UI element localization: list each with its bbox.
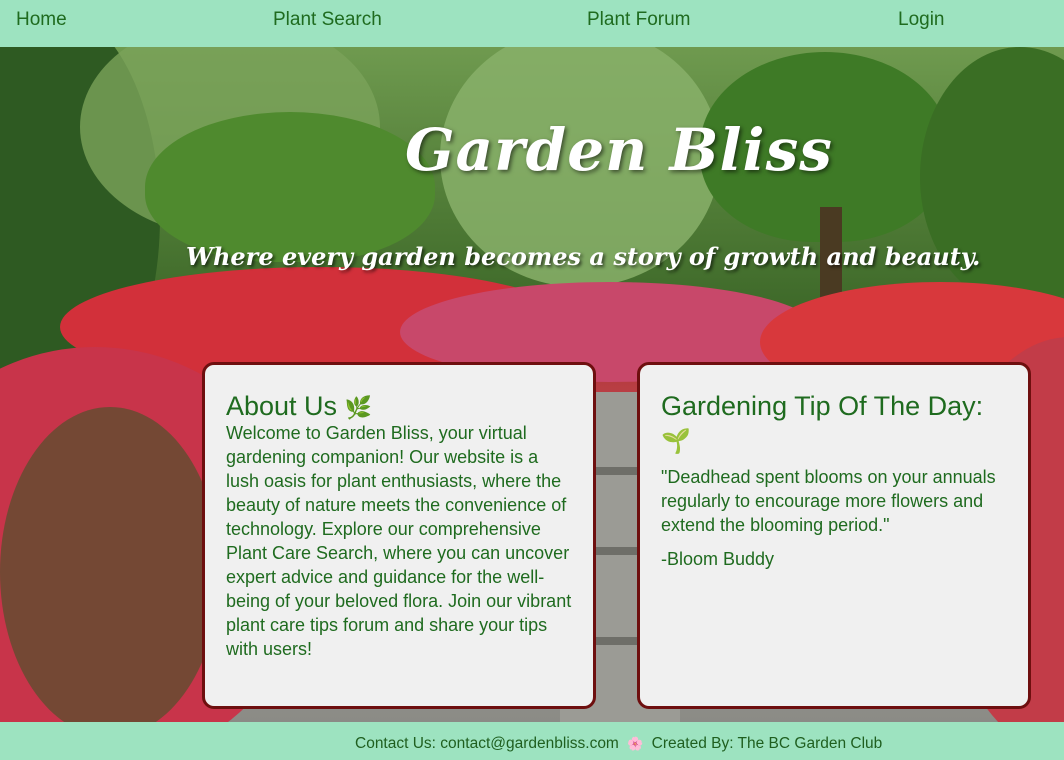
footer: Contact Us: contact@gardenbliss.com 🌸 Cr…	[0, 722, 1064, 760]
nav-plant-search-link[interactable]: Plant Search	[273, 9, 382, 31]
tip-heading-text: Gardening Tip Of The Day:	[661, 391, 984, 421]
tip-author: -Bloom Buddy	[661, 549, 775, 569]
tip-quote: "Deadhead spent blooms on your annuals r…	[661, 467, 996, 535]
flower-icon: 🌸	[627, 736, 644, 751]
tip-heading: Gardening Tip Of The Day: 🌱	[661, 389, 1008, 459]
front-left-foliage	[0, 407, 220, 722]
topiary-left	[145, 112, 435, 262]
about-us-heading-text: About Us	[226, 391, 338, 421]
about-us-heading: About Us 🌿	[226, 391, 573, 423]
nav-home-link[interactable]: Home	[16, 9, 67, 31]
nav-plant-forum-link[interactable]: Plant Forum	[587, 9, 690, 31]
nav-login-link[interactable]: Login	[898, 9, 945, 31]
herb-icon: 🌿	[344, 395, 372, 420]
seedling-icon: 🌱	[661, 428, 691, 455]
about-us-card: About Us 🌿 Welcome to Garden Bliss, your…	[202, 362, 596, 709]
site-tagline: Where every garden becomes a story of gr…	[186, 242, 981, 271]
site-title: Garden Bliss	[405, 116, 833, 184]
top-nav: Home Plant Search Plant Forum Login	[0, 0, 1064, 47]
footer-content: Contact Us: contact@gardenbliss.com 🌸 Cr…	[355, 735, 882, 753]
about-us-text: Welcome to Garden Bliss, your virtual ga…	[226, 423, 572, 659]
footer-contact: Contact Us: contact@gardenbliss.com	[355, 735, 619, 752]
footer-credit: Created By: The BC Garden Club	[651, 735, 883, 752]
tip-of-the-day-card: Gardening Tip Of The Day: 🌱 "Deadhead sp…	[637, 362, 1031, 709]
